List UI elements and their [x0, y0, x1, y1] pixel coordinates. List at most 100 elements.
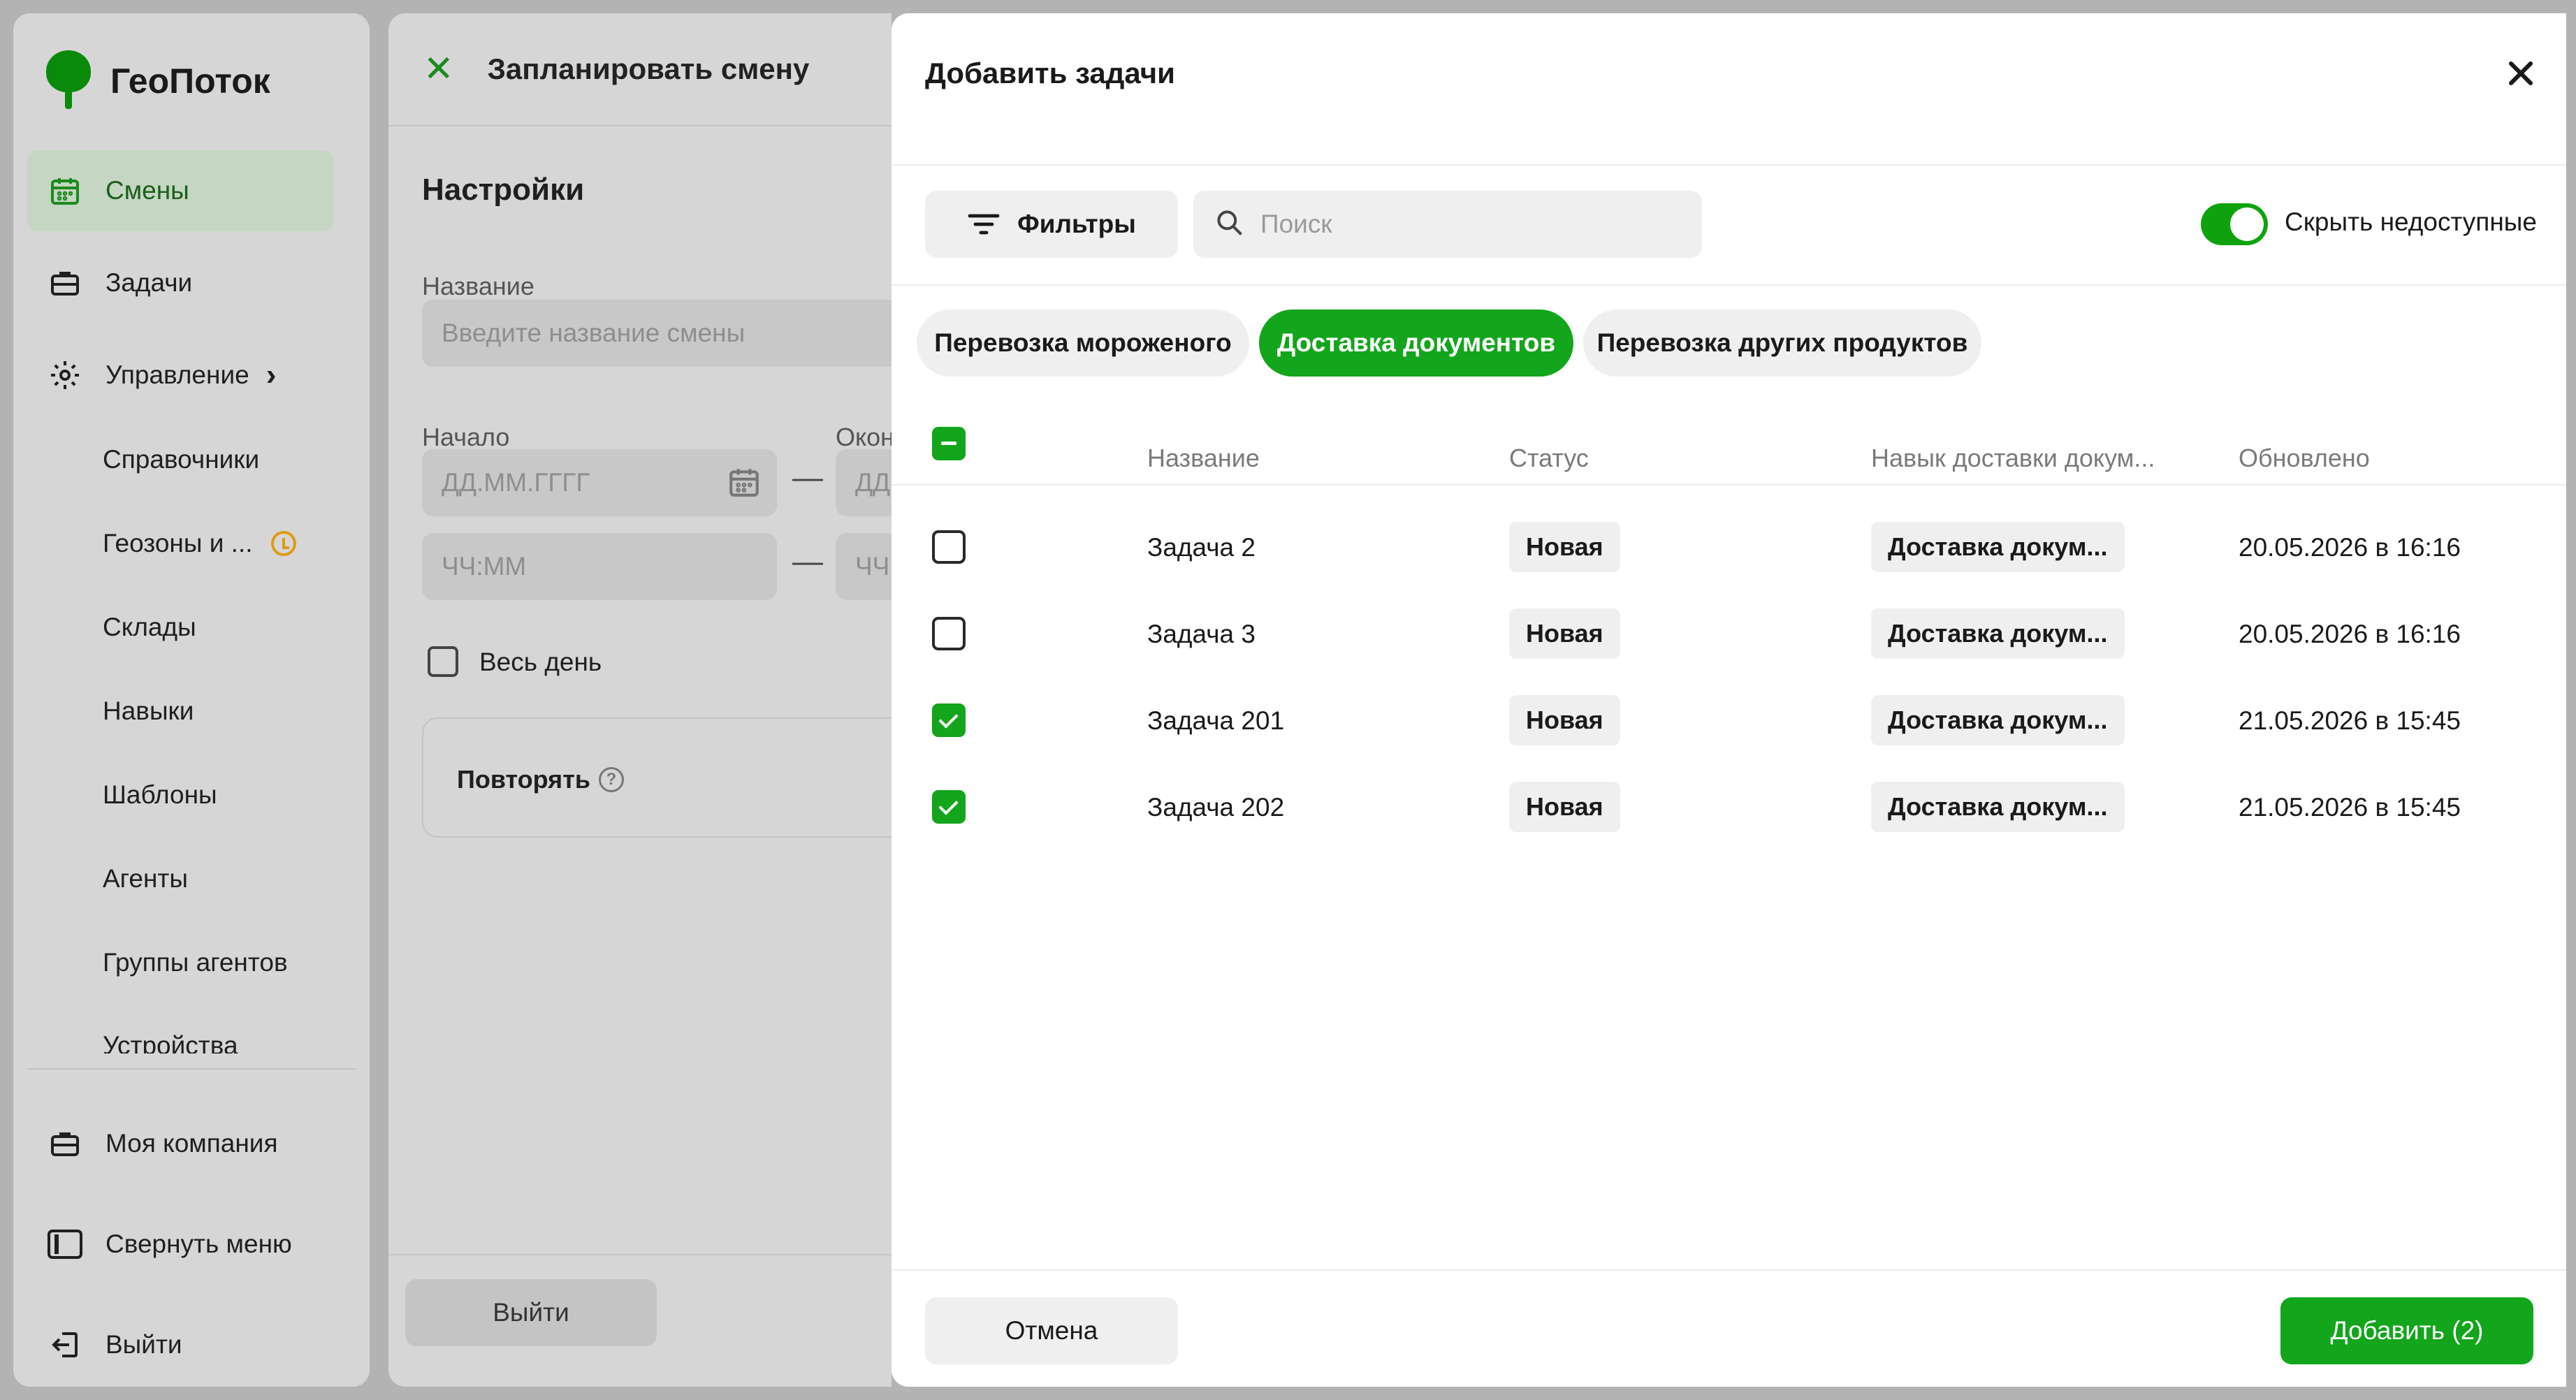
- updated-timestamp: 21.05.2026 в 15:45: [2239, 793, 2461, 822]
- chip-document-delivery[interactable]: Доставка документов: [1259, 309, 1573, 377]
- logout-icon: [47, 1327, 83, 1363]
- sidebar-item-label: Управление: [105, 360, 249, 389]
- sidebar-item-collapse-menu[interactable]: Свернуть меню: [27, 1204, 333, 1285]
- sidebar-item-label: Свернуть меню: [105, 1230, 292, 1258]
- name-label: Название: [422, 272, 534, 300]
- status-badge: Новая: [1509, 782, 1620, 832]
- sidebar-subitem-agent-groups[interactable]: Группы агентов: [103, 935, 288, 991]
- schedule-shift-header: ✕ Запланировать смену: [388, 13, 892, 126]
- start-label: Начало: [422, 423, 510, 451]
- sidebar-item-shifts[interactable]: Смены: [27, 150, 333, 231]
- start-date-input[interactable]: ДД.ММ.ГГГГ: [422, 449, 777, 516]
- sidebar-item-label: Задачи: [105, 268, 193, 297]
- date-range-dash: —: [792, 460, 823, 495]
- status-badge: Новая: [1509, 608, 1620, 659]
- sidebar-subitem-geozones[interactable]: Геозоны и ...: [103, 516, 296, 571]
- row-checkbox[interactable]: [932, 617, 966, 650]
- sidebar-item-label: Выйти: [105, 1330, 182, 1359]
- panel-title: Запланировать смену: [487, 52, 810, 85]
- calendar-icon: [47, 173, 83, 209]
- filter-icon: [967, 210, 1000, 238]
- sidebar-item-label: Моя компания: [105, 1129, 278, 1158]
- all-day-label: Весь день: [479, 648, 602, 676]
- row-checkbox[interactable]: [932, 703, 966, 737]
- row-checkbox[interactable]: [932, 790, 966, 824]
- task-name: Задача 201: [1147, 706, 1285, 735]
- skill-badge: Доставка докум...: [1871, 695, 2125, 745]
- cancel-button[interactable]: Отмена: [925, 1297, 1178, 1364]
- column-header-skill[interactable]: Навык доставки докум...: [1871, 444, 2155, 473]
- search-box: [1193, 191, 1702, 258]
- app-frame: ГеоПоток Смены Задачи Управление › Справ…: [0, 0, 2576, 1400]
- filters-button-label: Фильтры: [1017, 210, 1136, 238]
- clock-icon: [270, 531, 296, 556]
- row-checkbox[interactable]: [932, 530, 966, 564]
- end-date-input[interactable]: ДД: [836, 449, 892, 516]
- close-icon[interactable]: ✕: [423, 48, 454, 90]
- repeat-card: Повторять ?: [422, 717, 892, 838]
- sidebar-divider: [27, 1068, 356, 1070]
- updated-timestamp: 20.05.2026 в 16:16: [2239, 620, 2461, 648]
- gear-icon: [47, 357, 83, 393]
- search-input[interactable]: [1260, 210, 1680, 239]
- task-name: Задача 3: [1147, 620, 1256, 648]
- sidebar-item-logout[interactable]: Выйти: [27, 1304, 333, 1385]
- add-tasks-button[interactable]: Добавить (2): [2280, 1297, 2533, 1364]
- chevron-right-icon: ›: [265, 358, 277, 392]
- chip-other-products-transport[interactable]: Перевозка других продуктов: [1583, 309, 1981, 377]
- chip-ice-cream-transport[interactable]: Перевозка мороженого: [917, 309, 1249, 377]
- table-header-divider: [892, 484, 2566, 486]
- skill-badge: Доставка докум...: [1871, 608, 2125, 659]
- add-tasks-modal: Добавить задачи Фильтры Скрыть недоступн…: [892, 13, 2566, 1387]
- sidebar-subitem-warehouses[interactable]: Склады: [103, 599, 196, 655]
- collapse-icon: [47, 1226, 83, 1262]
- toggle-knob: [2230, 207, 2264, 241]
- sidebar-subitem-directories[interactable]: Справочники: [103, 432, 259, 488]
- section-title: Настройки: [422, 173, 585, 207]
- calendar-icon[interactable]: [727, 465, 762, 506]
- time-range-dash: —: [792, 544, 823, 578]
- sidebar-item-management[interactable]: Управление ›: [27, 335, 333, 416]
- app-name: ГеоПоток: [110, 61, 270, 101]
- sidebar-item-label: Смены: [105, 176, 189, 205]
- sidebar: ГеоПоток Смены Задачи Управление › Справ…: [13, 13, 370, 1387]
- sidebar-item-tasks[interactable]: Задачи: [27, 242, 333, 323]
- sidebar-subitem-devices[interactable]: Устройства: [103, 1019, 238, 1053]
- repeat-label: Повторять: [457, 765, 590, 794]
- skill-badge: Доставка докум...: [1871, 522, 2125, 572]
- start-time-input[interactable]: ЧЧ:ММ: [422, 533, 777, 600]
- status-badge: Новая: [1509, 695, 1620, 745]
- exit-button[interactable]: Выйти: [405, 1279, 657, 1346]
- search-icon: [1214, 207, 1245, 242]
- task-name: Задача 2: [1147, 533, 1256, 562]
- app-logo[interactable]: ГеоПоток: [46, 46, 270, 116]
- sidebar-subitem-skills[interactable]: Навыки: [103, 683, 194, 739]
- task-name: Задача 202: [1147, 793, 1285, 822]
- all-day-checkbox[interactable]: [428, 646, 458, 677]
- panel-footer-divider: [388, 1254, 892, 1255]
- help-icon[interactable]: ?: [598, 767, 624, 792]
- hide-unavailable-toggle[interactable]: [2201, 203, 2268, 245]
- updated-timestamp: 20.05.2026 в 16:16: [2239, 533, 2461, 562]
- modal-toolbar-divider: [892, 284, 2566, 286]
- column-header-status[interactable]: Статус: [1509, 444, 1589, 473]
- sidebar-subitem-templates[interactable]: Шаблоны: [103, 767, 217, 823]
- sidebar-item-my-company[interactable]: Моя компания: [27, 1103, 333, 1184]
- logo-icon: [46, 50, 91, 112]
- select-all-checkbox[interactable]: [932, 427, 966, 460]
- shift-name-input[interactable]: Введите название смены: [422, 300, 892, 367]
- briefcase-icon: [47, 265, 83, 301]
- filters-button[interactable]: Фильтры: [925, 191, 1178, 258]
- end-time-input[interactable]: ЧЧ: [836, 533, 892, 600]
- modal-title: Добавить задачи: [925, 57, 1175, 89]
- schedule-shift-panel: ✕ Запланировать смену Настройки Название…: [388, 13, 892, 1387]
- status-badge: Новая: [1509, 522, 1620, 572]
- column-header-updated[interactable]: Обновлено: [2239, 444, 2370, 473]
- updated-timestamp: 21.05.2026 в 15:45: [2239, 706, 2461, 735]
- modal-footer-divider: [892, 1269, 2566, 1271]
- close-icon[interactable]: [2501, 54, 2540, 93]
- briefcase-icon: [47, 1125, 83, 1162]
- column-header-name[interactable]: Название: [1147, 444, 1260, 473]
- skill-badge: Доставка докум...: [1871, 782, 2125, 832]
- sidebar-subitem-agents[interactable]: Агенты: [103, 851, 188, 907]
